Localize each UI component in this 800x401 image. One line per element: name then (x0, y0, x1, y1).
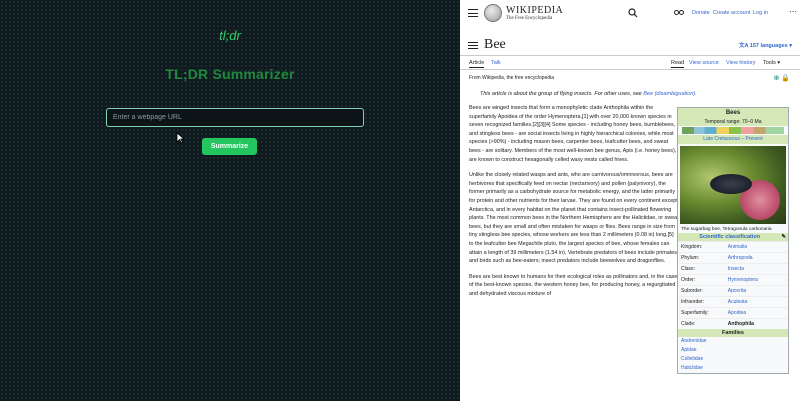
taxonomy-value[interactable]: Animalia (728, 244, 747, 250)
page-title: Bee (484, 37, 506, 52)
taxonomy-rank: Infraorder: (681, 299, 705, 305)
taxonomy-row: Class: Insecta (678, 263, 788, 274)
wikipedia-page: WIKIPEDIA The Free Encyclopedia Donate C… (460, 0, 800, 401)
url-input[interactable] (106, 108, 364, 127)
bee-photo[interactable] (680, 146, 786, 224)
main-menu-icon[interactable] (468, 9, 478, 17)
taxonomy-rank: Superfamily: (681, 310, 709, 316)
family-link[interactable]: Apidae (678, 346, 788, 355)
taxonomy-row: Order: Hymenoptera (678, 274, 788, 285)
hatnote: This article is about the group of flyin… (480, 91, 697, 97)
taxonomy-value[interactable]: Apoidea (728, 310, 746, 316)
taxonomy-rank: Order: (681, 277, 696, 283)
taxonomy-row: Infraorder: Aculeata (678, 296, 788, 307)
lock-icon[interactable]: 🔒 (781, 75, 790, 82)
paragraph-3: Bees are best known to humans for their … (469, 273, 678, 297)
taxonomy-rank: Clade: (681, 321, 696, 327)
temporal-range-sub[interactable]: Late Cretaceous – Present (678, 135, 788, 144)
families-header: Families (678, 329, 788, 337)
article-body: Bees are winged insects that form a mono… (469, 104, 679, 305)
geologic-timescale-bar[interactable] (682, 127, 784, 134)
app-title: TL;DR Summarizer (165, 66, 295, 82)
taxonomy-rank: Suborder: (681, 288, 703, 294)
disambiguation-link[interactable]: Bee (disambiguation). (643, 91, 697, 97)
wikipedia-globe-logo[interactable] (484, 4, 502, 22)
languages-label: 157 languages (749, 43, 788, 49)
summarize-button[interactable]: Summarize (202, 138, 257, 155)
taxonomy-row: Kingdom: Animalia (678, 241, 788, 252)
chevron-down-icon: ▾ (787, 43, 792, 49)
taxonomy-value[interactable]: Apocrita (728, 288, 746, 294)
infobox: Bees Temporal range: 70–0 Ma Late Cretac… (677, 107, 789, 374)
taxonomy-value[interactable]: Arthropoda (728, 255, 753, 261)
login-link[interactable]: Log in (753, 10, 768, 16)
classification-header: Scientific classification ✎ (678, 233, 788, 241)
taxonomy-row: Superfamily: Apoidea (678, 307, 788, 318)
taxonomy-value[interactable]: Insecta (728, 266, 744, 272)
temporal-range: Temporal range: 70–0 Ma (678, 118, 788, 126)
family-link[interactable]: Andrenidae (678, 337, 788, 346)
infobox-title: Bees (678, 108, 788, 118)
taxonomy-rank: Kingdom: (681, 244, 703, 250)
page-tabs: Article Talk Read View source View histo… (460, 58, 800, 70)
languages-button[interactable]: 文A 157 languages ▾ (739, 41, 792, 49)
mouse-cursor-icon (176, 132, 185, 144)
family-link[interactable]: Halictidae (678, 364, 788, 373)
tab-view-source[interactable]: View source (689, 60, 719, 66)
wikipedia-tagline: The Free Encyclopedia (506, 16, 553, 21)
tab-read[interactable]: Read (671, 60, 685, 68)
paragraph-1: Bees are winged insects that form a mono… (469, 105, 677, 163)
photo-caption: The sugarbag bee, Tetragonula carbonaria (681, 227, 772, 232)
taxonomy-rank: Class: (681, 266, 695, 272)
wikipedia-wordmark[interactable]: WIKIPEDIA (506, 5, 563, 16)
wiki-header: WIKIPEDIA The Free Encyclopedia Donate C… (460, 0, 800, 28)
from-line: From Wikipedia, the free encyclopedia (469, 75, 555, 81)
summarizer-app: tl;dr TL;DR Summarizer Summarize (0, 0, 460, 401)
taxonomy-row: Clade: Anthophila (678, 318, 788, 329)
taxonomy-value: Anthophila (727, 321, 754, 327)
more-options-icon[interactable]: ⋯ (789, 7, 797, 16)
taxonomy-row: Suborder: Apocrita (678, 285, 788, 296)
search-icon[interactable] (628, 8, 638, 18)
paragraph-2: Unlike the closely related wasps and ant… (469, 172, 679, 265)
edit-pencil-icon[interactable]: ✎ (781, 234, 788, 240)
page-tool-icons: ⊕ 🔒 (773, 74, 790, 82)
taxonomy-value[interactable]: Aculeata (728, 299, 747, 305)
app-logo: tl;dr (219, 28, 241, 43)
create-account-link[interactable]: Create account (713, 10, 750, 16)
tab-article[interactable]: Article (469, 60, 485, 68)
title-row: Bee 文A 157 languages ▾ (460, 34, 800, 56)
taxonomy-value[interactable]: Hymenoptera (728, 277, 758, 283)
reading-glasses-icon[interactable] (674, 9, 684, 16)
family-link[interactable]: Colletidae (678, 355, 788, 364)
translate-icon: 文A (738, 43, 750, 49)
tab-tools[interactable]: Tools ▾ (763, 60, 780, 66)
taxonomy-rank: Phylum: (681, 255, 700, 261)
toc-icon[interactable] (468, 42, 478, 51)
tab-talk[interactable]: Talk (491, 60, 501, 66)
add-icon[interactable]: ⊕ (773, 75, 779, 82)
tab-view-history[interactable]: View history (726, 60, 756, 66)
donate-link[interactable]: Donate (692, 10, 710, 16)
taxonomy-row: Phylum: Arthropoda (678, 252, 788, 263)
